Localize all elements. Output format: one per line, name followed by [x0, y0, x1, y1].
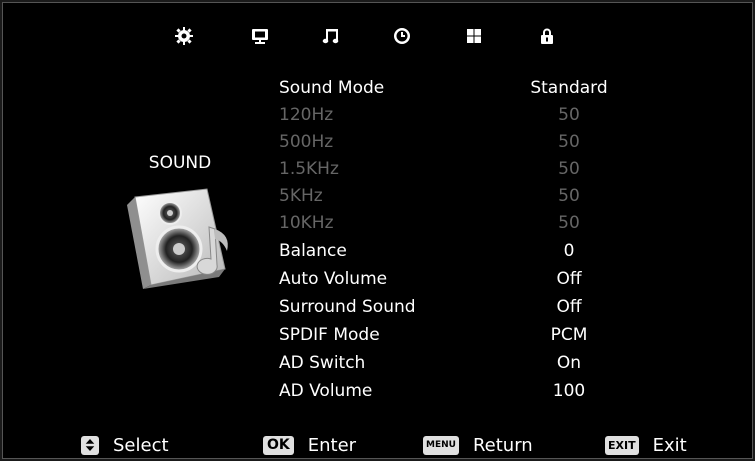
ok-key: OK [263, 435, 294, 455]
menu-row-spdif-mode[interactable]: SPDIF Mode PCM [279, 322, 639, 348]
menu-row-label: 1.5KHz [279, 159, 339, 179]
enter-hint-label: Enter [307, 434, 357, 456]
speaker-icon [127, 188, 228, 289]
menu-row-label: 5KHz [279, 186, 323, 206]
menu-row-value: On [556, 353, 582, 373]
button-hints-bar: Select OK Enter MENU Return EXIT Exit [3, 431, 752, 459]
monitor-icon[interactable] [247, 23, 273, 49]
menu-row-label: AD Switch [279, 353, 366, 373]
menu-row-label: AD Volume [279, 381, 373, 401]
menu-row-sound-mode[interactable]: Sound Mode Standard [279, 75, 639, 101]
music-note-icon[interactable] [318, 23, 344, 49]
menu-row-value: Off [556, 269, 582, 289]
menu-row-eq-10khz: 10KHz 50 [279, 210, 639, 236]
section-title: SOUND [148, 153, 212, 173]
menu-row-label: 120Hz [279, 105, 334, 125]
menu-row-label: 500Hz [279, 132, 334, 152]
menu-row-surround-sound[interactable]: Surround Sound Off [279, 294, 639, 320]
select-hint[interactable]: Select [81, 431, 169, 459]
menu-row-value: 50 [558, 186, 580, 206]
exit-key: EXIT [605, 435, 639, 455]
menu-row-label: Sound Mode [279, 78, 385, 98]
menu-row-value: 50 [558, 213, 580, 233]
menu-key: MENU [423, 435, 459, 455]
menu-row-value: 100 [552, 381, 586, 401]
exit-hint-label: Exit [652, 434, 687, 456]
clock-icon[interactable] [389, 23, 415, 49]
enter-hint[interactable]: OK Enter [263, 431, 356, 459]
menu-row-value: 50 [558, 132, 580, 152]
menu-row-label: Surround Sound [279, 297, 416, 317]
menu-row-value: PCM [550, 325, 588, 345]
tv-menu-screen: SOUND Sound Mode Standard 120Hz 50 500Hz… [2, 2, 753, 459]
menu-row-value: 50 [558, 159, 580, 179]
menu-row-label: 10KHz [279, 213, 334, 233]
menu-row-ad-switch[interactable]: AD Switch On [279, 350, 639, 376]
menu-row-eq-500hz: 500Hz 50 [279, 129, 639, 155]
menu-row-eq-5khz: 5KHz 50 [279, 183, 639, 209]
menu-row-label: Auto Volume [279, 269, 388, 289]
menu-row-value: 0 [563, 241, 575, 261]
select-hint-label: Select [113, 434, 169, 456]
top-navigation [3, 23, 752, 49]
menu-row-balance[interactable]: Balance 0 [279, 238, 639, 264]
menu-row-eq-1-5khz: 1.5KHz 50 [279, 156, 639, 182]
return-hint-label: Return [472, 434, 533, 456]
menu-row-value: Standard [530, 78, 608, 98]
grid-icon[interactable] [461, 23, 487, 49]
menu-row-label: Balance [279, 241, 347, 261]
menu-row-value: Off [556, 297, 582, 317]
picture-settings-icon[interactable] [171, 23, 197, 49]
return-hint[interactable]: MENU Return [423, 431, 533, 459]
menu-row-auto-volume[interactable]: Auto Volume Off [279, 266, 639, 292]
lock-icon[interactable] [534, 23, 560, 49]
menu-row-eq-120hz: 120Hz 50 [279, 102, 639, 128]
menu-row-ad-volume[interactable]: AD Volume 100 [279, 378, 639, 404]
exit-hint[interactable]: EXIT Exit [605, 431, 687, 459]
menu-row-label: SPDIF Mode [279, 325, 380, 345]
menu-row-value: 50 [558, 105, 580, 125]
up-down-arrow-icon [81, 435, 99, 455]
